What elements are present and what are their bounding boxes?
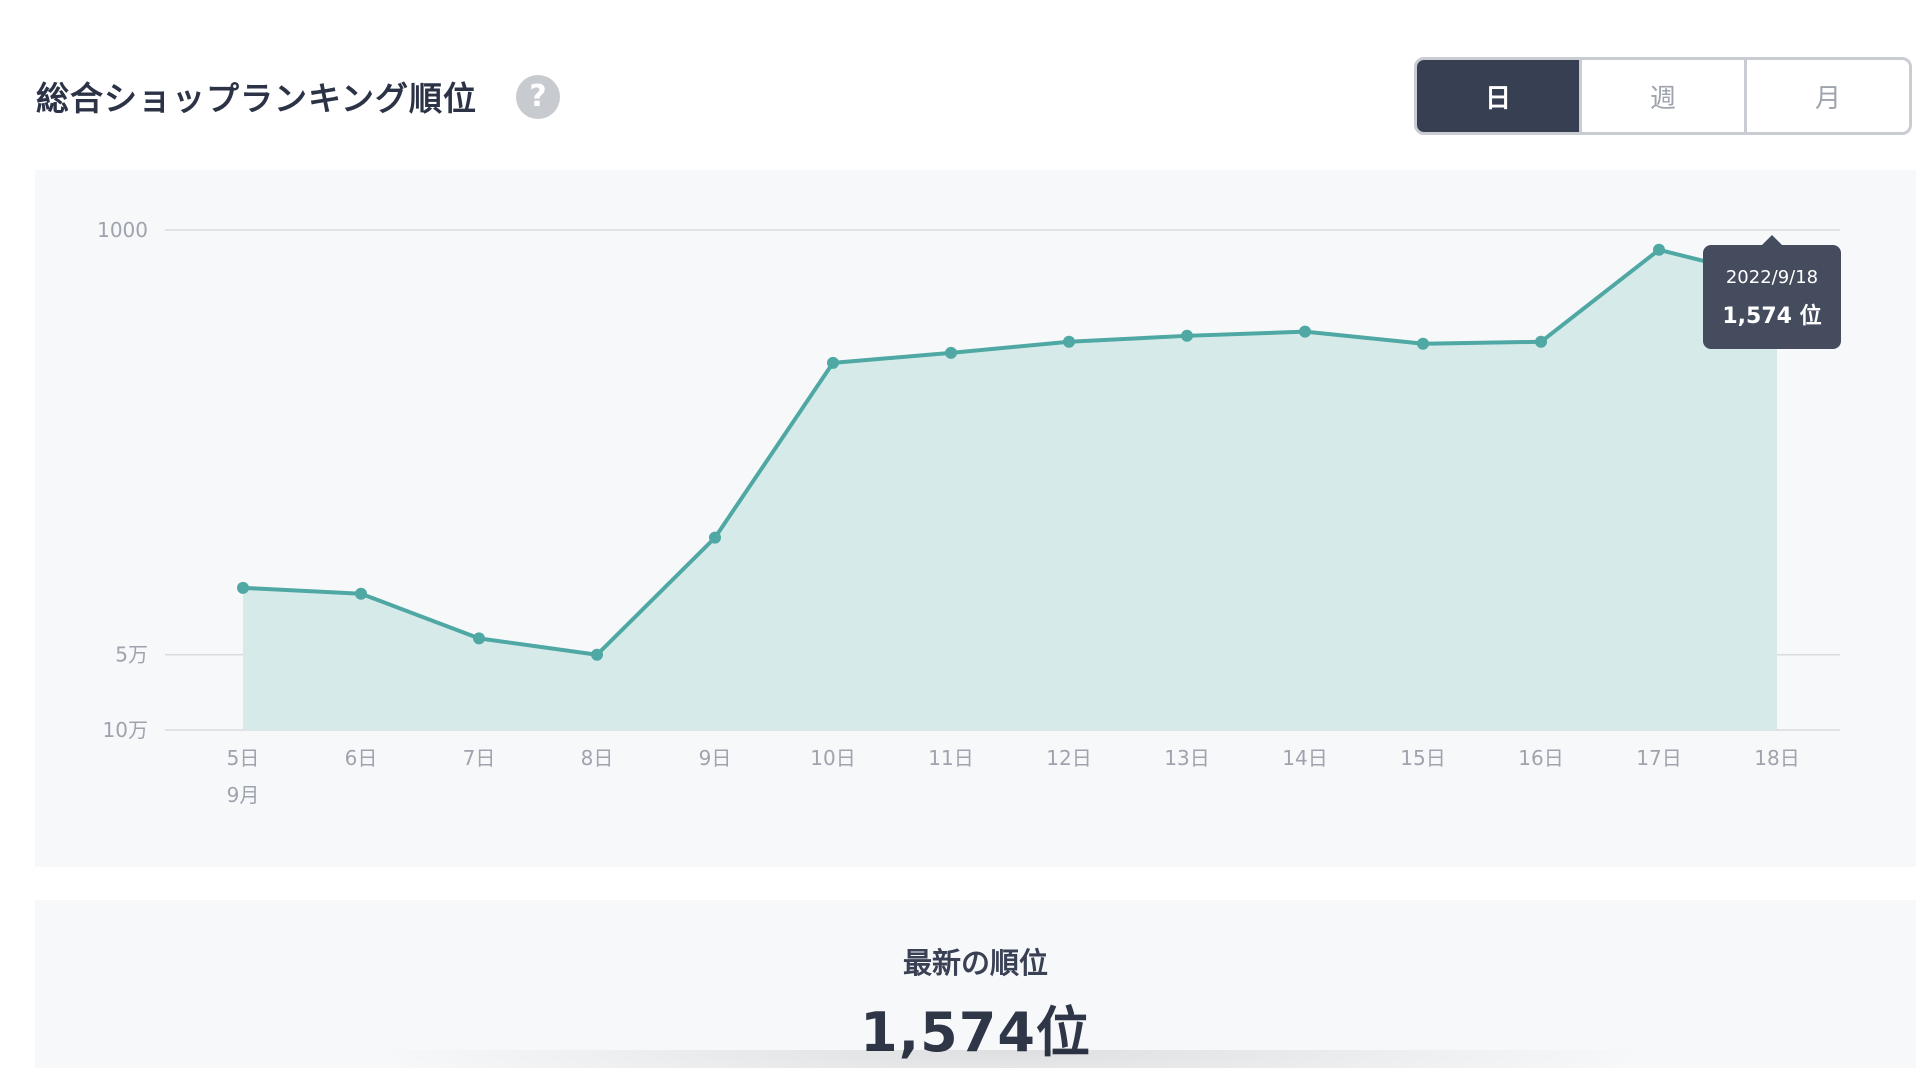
- x-tick-label-11: 16日: [1518, 746, 1563, 770]
- y-tick-label-2: 10万: [103, 718, 148, 742]
- help-icon[interactable]: ?: [516, 75, 560, 119]
- x-month-label: 9月: [227, 783, 260, 807]
- data-point-0: [237, 581, 249, 594]
- data-point-10: [1417, 337, 1429, 350]
- data-point-3: [591, 648, 603, 661]
- x-tick-label-1: 6日: [345, 746, 378, 770]
- x-tick-label-6: 11日: [928, 746, 973, 770]
- data-point-7: [1063, 335, 1075, 348]
- data-point-6: [945, 346, 957, 359]
- latest-rank-panel: 最新の順位 1,574位: [35, 900, 1916, 1068]
- ranking-chart: 1000 5万 10万 5日 6日 7日 8日 9日 10日 11日 12日 13日 14日 15日 16日…: [97, 218, 1840, 807]
- tooltip-value: 1,574 位: [1722, 304, 1822, 329]
- x-tick-label-3: 8日: [581, 746, 614, 770]
- panel-shadow: [365, 1050, 1656, 1068]
- x-tick-label-5: 10日: [810, 746, 855, 770]
- data-point-12: [1653, 243, 1665, 256]
- chart-tooltip: 2022/9/18 1,574 位: [1703, 235, 1841, 349]
- x-tick-label-7: 12日: [1046, 746, 1091, 770]
- x-tick-label-13: 18日: [1754, 746, 1799, 770]
- series-area: [243, 249, 1777, 730]
- data-point-1: [355, 587, 367, 600]
- y-tick-label-1: 5万: [115, 643, 148, 667]
- x-tick-label-9: 14日: [1282, 746, 1327, 770]
- data-point-9: [1299, 325, 1311, 338]
- y-tick-label-0: 1000: [97, 218, 148, 242]
- data-point-5: [827, 356, 839, 369]
- data-point-11: [1535, 335, 1547, 348]
- tab-day[interactable]: 日: [1417, 60, 1579, 132]
- x-tick-label-10: 15日: [1400, 746, 1445, 770]
- period-toggle: 日 週 月: [1414, 57, 1912, 135]
- data-point-2: [473, 632, 485, 645]
- page-title: 総合ショップランキング順位: [36, 79, 478, 118]
- x-tick-label-8: 13日: [1164, 746, 1209, 770]
- tab-month[interactable]: 月: [1744, 60, 1909, 132]
- latest-rank-label: 最新の順位: [902, 946, 1048, 980]
- chart-panel: 1000 5万 10万 5日 6日 7日 8日 9日 10日 11日 12日 13日 14日 15日 16日…: [35, 170, 1916, 867]
- data-point-4: [709, 531, 721, 544]
- data-point-8: [1181, 329, 1193, 342]
- x-tick-label-12: 17日: [1636, 746, 1681, 770]
- tab-week[interactable]: 週: [1579, 60, 1744, 132]
- x-tick-label-4: 9日: [699, 746, 732, 770]
- x-tick-label-2: 7日: [463, 746, 496, 770]
- x-tick-label-0: 5日: [227, 746, 260, 770]
- tooltip-date: 2022/9/18: [1725, 267, 1819, 288]
